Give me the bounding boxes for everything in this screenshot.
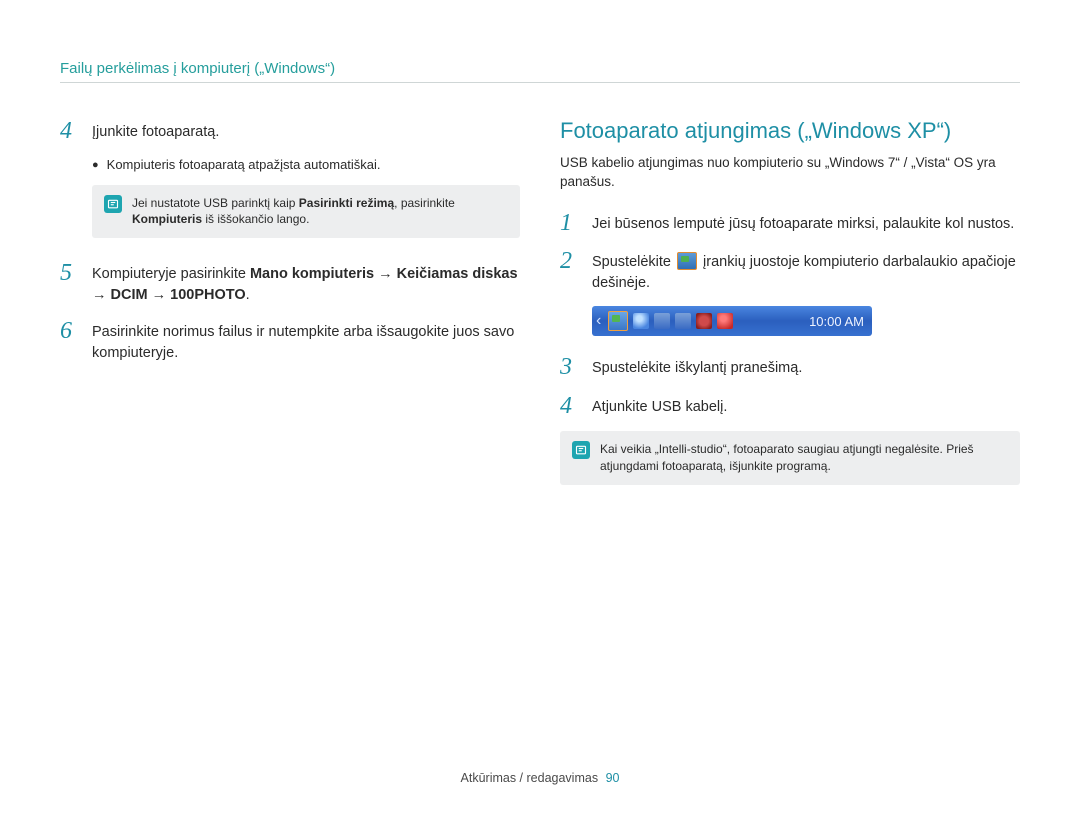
intro-text: USB kabelio atjungimas nuo kompiuterio s… (560, 154, 1020, 192)
step-number: 5 (60, 260, 82, 306)
step-5-left: 5 Kompiuteryje pasirinkite Mano kompiute… (60, 260, 520, 306)
tray-network-icon (654, 313, 670, 329)
step-text: Jei būsenos lemputė jūsų fotoaparate mir… (592, 210, 1014, 236)
step-number: 1 (560, 210, 582, 236)
step-number: 3 (560, 354, 582, 380)
step-text: Kompiuteryje pasirinkite Mano kompiuteri… (92, 260, 520, 306)
bullet-text: Kompiuteris fotoaparatą atpažįsta automa… (107, 156, 381, 174)
step-number: 4 (60, 118, 82, 144)
tray-shield-icon (633, 313, 649, 329)
step-4-left: 4 Įjunkite fotoaparatą. (60, 118, 520, 144)
note-icon (572, 441, 590, 459)
step-4-bullet: ● Kompiuteris fotoaparatą atpažįsta auto… (92, 156, 520, 174)
step-text: Spustelėkite iškylantį pranešimą. (592, 354, 802, 380)
note-text: Jei nustatote USB parinktį kaip Pasirink… (132, 195, 508, 229)
left-column: 4 Įjunkite fotoaparatą. ● Kompiuteris fo… (60, 118, 520, 507)
step-6-left: 6 Pasirinkite norimus failus ir nutempki… (60, 318, 520, 364)
tray-volume-icon (696, 313, 712, 329)
step-text: Atjunkite USB kabelį. (592, 393, 727, 419)
note-icon (104, 195, 122, 213)
tray-safely-remove-icon (608, 311, 628, 331)
note-box-right: Kai veikia „Intelli-studio“, fotoaparato… (560, 431, 1020, 485)
step-3-right: 3 Spustelėkite iškylantį pranešimą. (560, 354, 1020, 380)
step-number: 4 (560, 393, 582, 419)
step-text: Įjunkite fotoaparatą. (92, 118, 219, 144)
tray-misc-icon (717, 313, 733, 329)
section-title: Fotoaparato atjungimas („Windows XP“) (560, 118, 1020, 144)
safely-remove-icon (677, 252, 697, 270)
step-2-right: 2 Spustelėkite įrankių juostoje kompiute… (560, 248, 1020, 294)
note-box-left: Jei nustatote USB parinktį kaip Pasirink… (92, 185, 520, 239)
step-4-right: 4 Atjunkite USB kabelį. (560, 393, 1020, 419)
step-number: 6 (60, 318, 82, 364)
taskbar-clock: 10:00 AM (809, 314, 864, 329)
note-text: Kai veikia „Intelli-studio“, fotoaparato… (600, 441, 1008, 475)
tray-monitor-icon (675, 313, 691, 329)
tray-chevron-icon: ‹ (596, 312, 601, 330)
footer-label: Atkūrimas / redagavimas (461, 771, 599, 785)
bullet-dot: ● (92, 156, 99, 174)
windows-taskbar: ‹ 10:00 AM (592, 306, 872, 336)
page-footer: Atkūrimas / redagavimas 90 (0, 771, 1080, 785)
step-text: Pasirinkite norimus failus ir nutempkite… (92, 318, 520, 364)
step-1-right: 1 Jei būsenos lemputė jūsų fotoaparate m… (560, 210, 1020, 236)
step-text: Spustelėkite įrankių juostoje kompiuteri… (592, 248, 1020, 294)
step-number: 2 (560, 248, 582, 294)
page-number: 90 (606, 771, 620, 785)
breadcrumb-underline (60, 82, 1020, 83)
right-column: Fotoaparato atjungimas („Windows XP“) US… (560, 118, 1020, 507)
breadcrumb: Failų perkėlimas į kompiuterį („Windows“… (60, 60, 1020, 77)
